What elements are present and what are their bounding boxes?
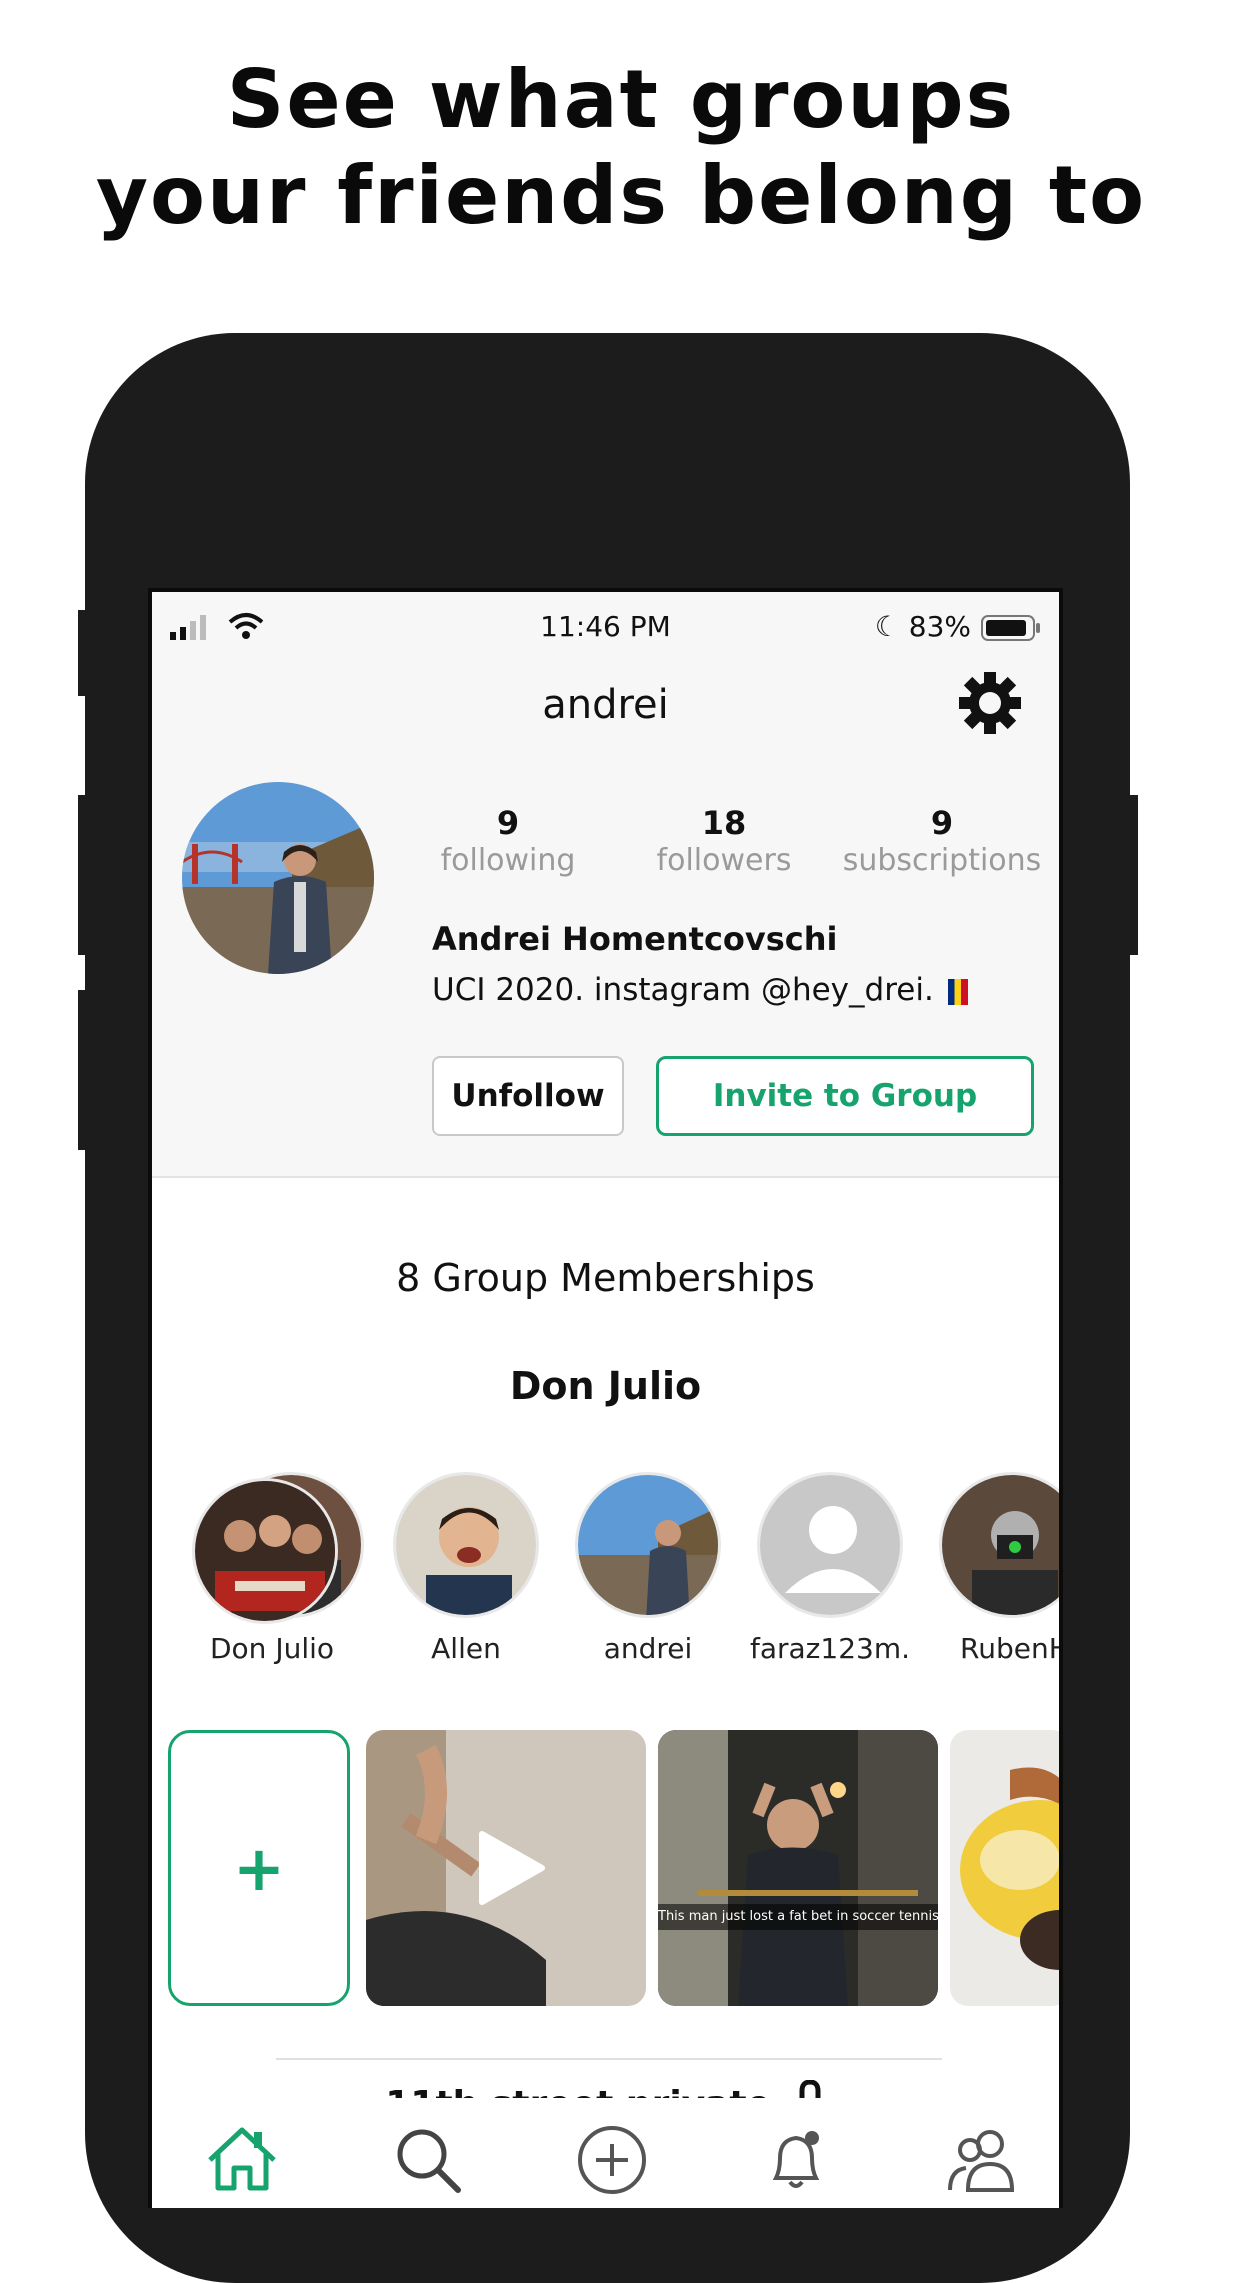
member-name: Don Julio	[209, 1632, 335, 1665]
subscriptions-label: subscriptions	[842, 843, 1042, 878]
member-avatar	[393, 1472, 539, 1618]
profile-full-name: Andrei Homentcovschi	[432, 920, 838, 958]
group-member[interactable]: Allen	[386, 1472, 546, 1665]
phone-volume-down	[78, 990, 90, 1150]
member-avatar	[575, 1472, 721, 1618]
tab-bar	[152, 2098, 1059, 2208]
member-avatar	[192, 1478, 338, 1624]
group-member[interactable]: RubenH	[932, 1472, 1063, 1665]
home-icon[interactable]	[202, 2120, 282, 2200]
gear-icon[interactable]	[957, 670, 1023, 736]
plus-icon: +	[233, 1831, 285, 1905]
photo-caption: This man just lost a fat bet in soccer t…	[658, 1904, 938, 1930]
battery-icon	[981, 614, 1043, 649]
profile-header: 11:46 PM ☾ 83% andrei 9 following 18 fol…	[152, 592, 1059, 1178]
headline: See what groups your friends belong to	[0, 52, 1242, 244]
photo-thumbnail[interactable]: This man just lost a fat bet in soccer t…	[658, 1730, 938, 2006]
add-circle-icon[interactable]	[572, 2120, 652, 2200]
app-screen: 11:46 PM ☾ 83% andrei 9 following 18 fol…	[148, 588, 1063, 2208]
group-name[interactable]: Don Julio	[152, 1364, 1059, 1408]
followers-label: followers	[656, 843, 792, 878]
profile-username-title: andrei	[542, 682, 669, 728]
member-name: RubenH	[960, 1632, 1063, 1665]
battery-percent: 83%	[908, 610, 971, 643]
photo-thumbnail[interactable]	[950, 1730, 1059, 2006]
video-thumbnail[interactable]	[366, 1730, 646, 2006]
add-media-button[interactable]: +	[168, 1730, 350, 2006]
stat-subscriptions[interactable]: 9 subscriptions	[842, 804, 1042, 880]
unfollow-button[interactable]: Unfollow	[432, 1056, 624, 1136]
profile-bio-text: UCI 2020. instagram @hey_drei.	[432, 972, 934, 1008]
status-right: ☾ 83%	[875, 610, 971, 643]
bell-icon[interactable]	[756, 2120, 836, 2200]
play-icon	[479, 1831, 545, 1905]
phone-volume-up	[78, 795, 90, 955]
group-member[interactable]: andrei	[568, 1472, 728, 1665]
member-name: Allen	[431, 1632, 501, 1665]
invite-to-group-button[interactable]: Invite to Group	[656, 1056, 1034, 1136]
people-icon[interactable]	[942, 2120, 1022, 2200]
member-avatar	[939, 1472, 1059, 1618]
member-name: faraz123m...	[750, 1632, 910, 1665]
search-icon[interactable]	[388, 2120, 468, 2200]
default-avatar-icon	[757, 1472, 903, 1618]
romania-flag-icon	[947, 978, 968, 1005]
memberships-title: 8 Group Memberships	[396, 1256, 815, 1300]
profile-avatar[interactable]	[182, 782, 374, 974]
group-member[interactable]: Don Julio	[192, 1472, 364, 1665]
phone-power-button	[1126, 795, 1138, 955]
following-count: 9	[496, 804, 520, 842]
section-divider	[276, 2058, 942, 2060]
moon-icon: ☾	[874, 610, 900, 643]
profile-bio: UCI 2020. instagram @hey_drei.	[432, 972, 968, 1008]
phone-mute-switch	[78, 610, 90, 696]
group-member[interactable]: faraz123m...	[750, 1472, 910, 1665]
headline-line-2: your friends belong to	[95, 149, 1147, 242]
stat-following[interactable]: 9 following	[408, 804, 608, 880]
headline-line-1: See what groups	[226, 53, 1016, 146]
followers-count: 18	[701, 804, 747, 842]
member-name: andrei	[603, 1632, 693, 1665]
subscriptions-count: 9	[930, 804, 954, 842]
stat-followers[interactable]: 18 followers	[624, 804, 824, 880]
following-label: following	[440, 843, 576, 878]
